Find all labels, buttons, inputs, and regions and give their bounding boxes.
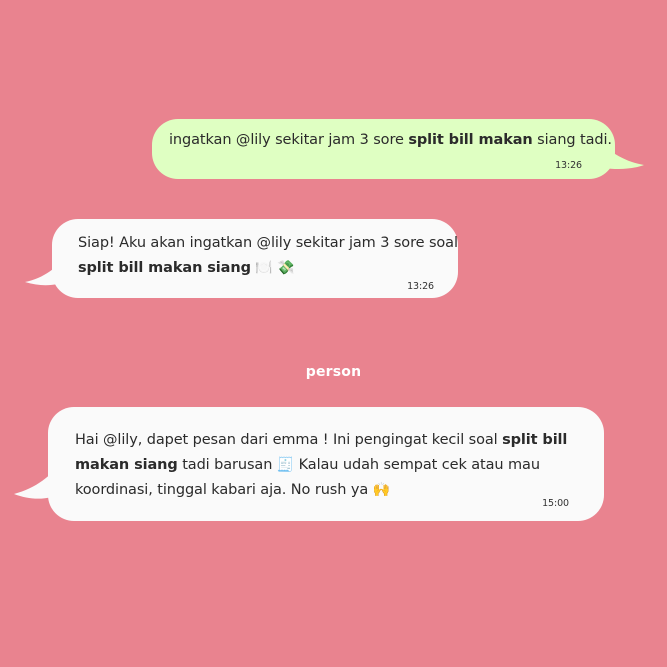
message-text: Siap! Aku akan ingatkan @lily sekitar ja… (78, 235, 458, 276)
sender-label: person (305, 364, 362, 380)
money-wings-icon: 💸 (277, 260, 295, 276)
message-text: ingatkan @lily sekitar jam 3 sore split … (169, 132, 612, 148)
message-text: Hai @lily, dapet pesan dari emma ! Ini p… (75, 432, 568, 498)
raised-hands-icon: 🙌 (372, 482, 390, 498)
outgoing-message-bubble[interactable]: ingatkan @lily sekitar jam 3 sore split … (152, 119, 615, 179)
message-timestamp: 13:26 (555, 160, 582, 171)
plate-icon: 🍽️ (255, 260, 273, 276)
incoming-message-bubble[interactable]: Hai @lily, dapet pesan dari emma ! Ini p… (48, 407, 604, 521)
message-timestamp: 15:00 (542, 498, 569, 509)
receipt-icon: 🧾 (276, 457, 295, 473)
incoming-message-bubble[interactable]: Siap! Aku akan ingatkan @lily sekitar ja… (52, 219, 458, 298)
chat-thread: ingatkan @lily sekitar jam 3 sore split … (0, 0, 667, 667)
message-timestamp: 13:26 (407, 281, 434, 292)
